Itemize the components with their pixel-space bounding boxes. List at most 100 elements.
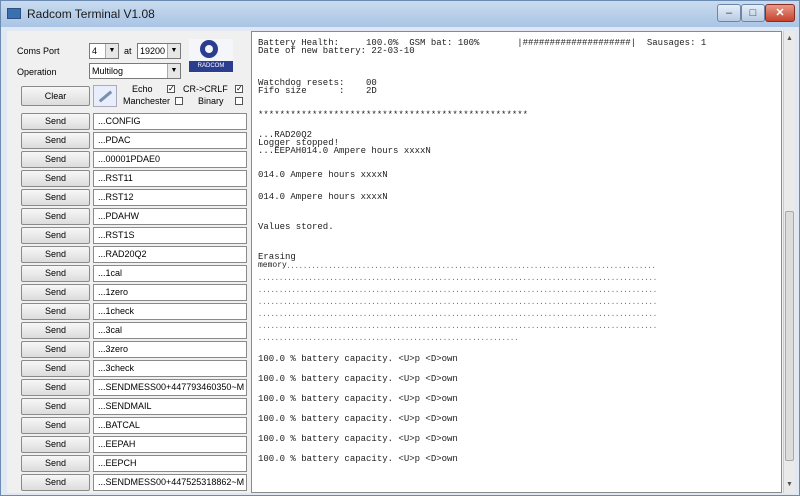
command-field[interactable]: ...1check [93, 303, 247, 320]
command-field[interactable]: ...3cal [93, 322, 247, 339]
progress-dots: ........................................… [258, 299, 658, 307]
command-field[interactable]: ...PDAHW [93, 208, 247, 225]
send-button[interactable]: Send [21, 417, 90, 434]
send-button[interactable]: Send [21, 170, 90, 187]
send-button[interactable]: Send [21, 208, 90, 225]
progress-dots: ........................................… [258, 287, 658, 295]
send-button[interactable]: Send [21, 379, 90, 396]
send-button[interactable]: Send [21, 151, 90, 168]
send-button[interactable]: Send [21, 284, 90, 301]
terminal-line: 014.0 Ampere hours xxxxN [258, 192, 388, 202]
command-field[interactable]: ...RST1S [93, 227, 247, 244]
command-field[interactable]: ...BATCAL [93, 417, 247, 434]
baud-select[interactable]: 19200 ▼ [137, 43, 181, 59]
binary-checkbox[interactable] [235, 97, 243, 105]
command-field[interactable]: ...RST11 [93, 170, 247, 187]
scroll-thumb[interactable] [785, 211, 794, 461]
command-field[interactable]: ...3zero [93, 341, 247, 358]
send-button[interactable]: Send [21, 303, 90, 320]
command-row: Send ...00001PDAE0 [7, 150, 247, 169]
progress-dots: ........................................… [258, 323, 658, 331]
chevron-down-icon: ▼ [105, 44, 118, 58]
clear-button[interactable]: Clear [21, 86, 90, 106]
close-button[interactable]: ✕ [765, 4, 795, 22]
scroll-down-icon[interactable]: ▼ [784, 479, 795, 491]
command-field[interactable]: ...RST12 [93, 189, 247, 206]
command-field[interactable]: ...CONFIG [93, 113, 247, 130]
command-field[interactable]: ...EEPCH [93, 455, 247, 472]
progress-dots: ........................................… [258, 311, 658, 319]
send-button[interactable]: Send [21, 227, 90, 244]
radcom-logo: RADCOM [189, 39, 233, 73]
terminal-line: 100.0 % battery capacity. <U>p <D>own [258, 414, 458, 424]
progress-dots: ........................................… [258, 275, 658, 283]
client-area: Coms Port 4 ▼ at 19200 ▼ RADCOM Operation … [7, 31, 795, 493]
command-row: Send ...1check [7, 302, 247, 321]
command-row: Send ...RST11 [7, 169, 247, 188]
vertical-scrollbar[interactable]: ▲ ▼ [783, 31, 795, 493]
command-row: Send ...PDAC [7, 131, 247, 150]
at-label: at [124, 46, 132, 56]
send-button[interactable]: Send [21, 265, 90, 282]
terminal-line: Fifo size : 2D [258, 86, 377, 96]
command-field[interactable]: ...00001PDAE0 [93, 151, 247, 168]
send-button[interactable]: Send [21, 246, 90, 263]
terminal-line: Date of new battery: 22-03-10 [258, 46, 415, 56]
progress-dots: ........................................… [282, 263, 656, 271]
chevron-down-icon: ▼ [167, 64, 180, 78]
command-row: Send ...RST1S [7, 226, 247, 245]
command-row: Send ...EEPAH [7, 435, 247, 454]
terminal-line: 100.0 % battery capacity. <U>p <D>own [258, 434, 458, 444]
command-field[interactable]: ...SENDMESS00+447793460350~M [93, 379, 247, 396]
control-panel: Coms Port 4 ▼ at 19200 ▼ RADCOM Operation … [7, 31, 247, 493]
send-button[interactable]: Send [21, 132, 90, 149]
operation-label: Operation [17, 67, 57, 77]
manchester-checkbox[interactable] [175, 97, 183, 105]
echo-checkbox[interactable]: ✓ [167, 85, 175, 93]
baud-value: 19200 [140, 46, 166, 56]
coms-port-label: Coms Port [17, 46, 60, 56]
terminal-line: ****************************************… [258, 110, 529, 120]
port-value: 4 [92, 46, 98, 56]
pen-icon[interactable] [93, 85, 117, 107]
command-row: Send ...RAD20Q2 [7, 245, 247, 264]
command-field[interactable]: ...RAD20Q2 [93, 246, 247, 263]
command-field[interactable]: ...SENDMAIL [93, 398, 247, 415]
command-field[interactable]: ...EEPAH [93, 436, 247, 453]
scroll-up-icon[interactable]: ▲ [784, 33, 795, 45]
port-select[interactable]: 4 ▼ [89, 43, 119, 59]
send-button[interactable]: Send [21, 322, 90, 339]
command-row: Send ...3zero [7, 340, 247, 359]
progress-dots: ........................................… [258, 335, 519, 343]
crlf-checkbox[interactable]: ✓ [235, 85, 243, 93]
minimize-button[interactable]: – [717, 4, 741, 22]
send-button[interactable]: Send [21, 189, 90, 206]
command-field[interactable]: ...PDAC [93, 132, 247, 149]
logo-ring [200, 40, 218, 58]
send-button[interactable]: Send [21, 455, 90, 472]
operation-select[interactable]: Multilog ▼ [89, 63, 181, 79]
crlf-label: CR->CRLF [183, 84, 228, 94]
send-button[interactable]: Send [21, 113, 90, 130]
terminal-line: Values stored. [258, 222, 334, 232]
terminal-line: 100.0 % battery capacity. <U>p <D>own [258, 354, 458, 364]
send-button[interactable]: Send [21, 398, 90, 415]
command-row: Send ...SENDMESS00+447793460350~M [7, 378, 247, 397]
command-row: Send ...PDAHW [7, 207, 247, 226]
send-button[interactable]: Send [21, 436, 90, 453]
send-button[interactable]: Send [21, 474, 90, 491]
terminal-output[interactable]: Battery Health: 100.0% GSM bat: 100% |##… [251, 31, 782, 493]
terminal-line: 100.0 % battery capacity. <U>p <D>own [258, 394, 458, 404]
command-row: Send ...1zero [7, 283, 247, 302]
send-button[interactable]: Send [21, 341, 90, 358]
command-field[interactable]: ...1cal [93, 265, 247, 282]
command-row: Send ...CONFIG [7, 112, 247, 131]
title-bar[interactable]: Radcom Terminal V1.08 – □ ✕ [1, 1, 799, 27]
send-button[interactable]: Send [21, 360, 90, 377]
command-field[interactable]: ...3check [93, 360, 247, 377]
command-row: Send ...SENDMESS00+447525318862~M [7, 473, 247, 492]
command-field[interactable]: ...SENDMESS00+447525318862~M [93, 474, 247, 491]
binary-label: Binary [198, 96, 224, 106]
command-field[interactable]: ...1zero [93, 284, 247, 301]
maximize-button[interactable]: □ [741, 4, 765, 22]
